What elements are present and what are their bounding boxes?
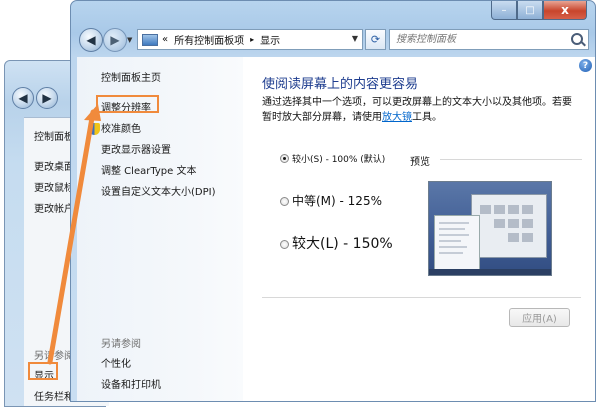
option-medium-radio[interactable] [280, 197, 289, 206]
display-window: – □ x ◀ ▶ ▼ « 所有控制面板项 ▸ 显示 ▼ ⟳ 控制面板主页 调整… [70, 0, 596, 402]
sidebar-cleartype[interactable]: 调整 ClearType 文本 [101, 162, 196, 177]
minimize-button[interactable]: – [491, 1, 517, 20]
navigation-buttons: ◀ ▶ ▼ [79, 28, 132, 52]
back-link-desktop[interactable]: 更改桌面 [34, 158, 74, 173]
sidebar-custom-dpi[interactable]: 设置自定义文本大小(DPI) [101, 183, 215, 198]
breadcrumb-root[interactable]: « [162, 34, 168, 45]
option-medium-label[interactable]: 中等(M) - 125% [292, 192, 382, 209]
breadcrumb-display[interactable]: 显示 [260, 32, 280, 47]
sidebar-see-also-heading: 另请参阅 [101, 339, 141, 350]
help-icon[interactable]: ? [579, 59, 592, 72]
apply-button[interactable]: 应用(A) [509, 308, 570, 327]
option-larger-label[interactable]: 较大(L) - 150% [292, 233, 393, 253]
preview-taskbar-graphic [429, 269, 551, 275]
address-bar[interactable]: « 所有控制面板项 ▸ 显示 ▼ [137, 29, 363, 50]
option-larger-radio[interactable] [280, 240, 289, 249]
refresh-icon[interactable]: ⟳ [365, 29, 386, 50]
option-smaller-label[interactable]: 较小(S) - 100% (默认) [292, 152, 385, 165]
option-smaller-radio[interactable] [280, 154, 289, 163]
magnifier-link[interactable]: 放大镜 [382, 112, 412, 123]
search-input[interactable] [390, 30, 566, 49]
content-pane: ? 使阅读屏幕上的内容更容易 通过选择其中一个选项，可以更改屏幕上的文本大小以及… [243, 57, 595, 401]
search-box [389, 29, 589, 50]
sidebar-devices-printers[interactable]: 设备和打印机 [101, 376, 161, 391]
back-arrow-icon[interactable]: ◀ [12, 87, 34, 109]
breadcrumb-all-items[interactable]: 所有控制面板项 [174, 32, 244, 47]
highlight-display-link [28, 362, 58, 380]
control-panel-icon [142, 33, 158, 46]
back-see-also-heading: 另请参阅 [34, 351, 74, 362]
page-title: 使阅读屏幕上的内容更容易 [262, 77, 419, 92]
content-divider [262, 297, 581, 298]
preview-image [428, 181, 552, 276]
description-suffix: 工具。 [412, 112, 442, 123]
sidebar-calibrate-color[interactable]: 校准颜色 [101, 120, 141, 135]
preview-divider [440, 159, 582, 160]
address-dropdown-icon[interactable]: ▼ [352, 34, 358, 43]
forward-button[interactable]: ▶ [103, 28, 127, 52]
highlight-adjust-resolution [96, 95, 159, 113]
caption-buttons: – □ x [491, 1, 587, 20]
breadcrumb-separator-icon[interactable]: ▸ [250, 35, 254, 44]
sidebar-change-display-settings[interactable]: 更改显示器设置 [101, 141, 171, 156]
shield-icon [89, 123, 100, 135]
back-link-taskbar[interactable]: 任务栏和 [34, 388, 74, 403]
sidebar-personalization[interactable]: 个性化 [101, 355, 131, 370]
forward-arrow-icon[interactable]: ▶ [36, 87, 58, 109]
close-button[interactable]: x [543, 1, 587, 20]
preview-label: 预览 [410, 157, 430, 168]
page-description: 通过选择其中一个选项，可以更改屏幕上的文本大小以及其他项。若要暂时放大部分屏幕，… [262, 95, 572, 125]
search-icon[interactable] [571, 33, 583, 45]
recent-pages-icon[interactable]: ▼ [127, 36, 132, 44]
maximize-button[interactable]: □ [517, 1, 543, 20]
back-window-nav: ◀ ▶ [12, 87, 66, 109]
preview-panel-graphic [434, 215, 480, 271]
back-link-account[interactable]: 更改帐户 [34, 200, 74, 215]
back-button[interactable]: ◀ [79, 28, 103, 52]
sidebar-home-link[interactable]: 控制面板主页 [101, 69, 161, 84]
back-link-control-panel[interactable]: 控制面板 [34, 128, 74, 143]
preview-window-graphic [471, 194, 547, 258]
back-link-mouse[interactable]: 更改鼠标 [34, 179, 74, 194]
